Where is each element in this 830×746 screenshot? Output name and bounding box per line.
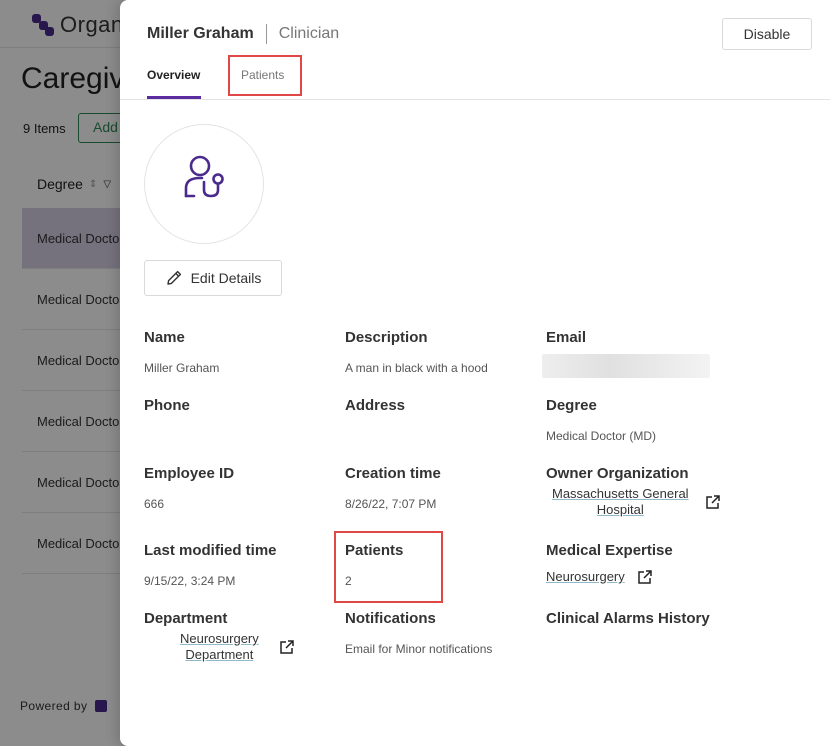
field-label: Employee ID bbox=[144, 465, 235, 482]
field-label: Description bbox=[345, 329, 428, 346]
field-value: A man in black with a hood bbox=[345, 361, 488, 375]
field-label: Email bbox=[546, 329, 587, 346]
external-link-icon[interactable] bbox=[279, 639, 295, 655]
edit-details-label: Edit Details bbox=[190, 270, 262, 286]
field-label: Notifications bbox=[345, 610, 436, 627]
field-name: Name Miller Graham bbox=[144, 329, 334, 376]
field-phone: Phone bbox=[144, 397, 334, 414]
field-value: 9/15/22, 3:24 PM bbox=[144, 574, 236, 588]
field-value: 666 bbox=[144, 497, 165, 511]
tab-overview[interactable]: Overview bbox=[147, 68, 200, 82]
field-value: 8/26/22, 7:07 PM bbox=[345, 497, 437, 511]
department-link[interactable]: Neurosurgery Department bbox=[180, 631, 259, 663]
field-label: Clinical Alarms History bbox=[546, 610, 710, 627]
field-label: Address bbox=[345, 397, 406, 414]
field-label: Owner Organization bbox=[546, 465, 689, 482]
field-clinical-alarms: Clinical Alarms History bbox=[546, 610, 776, 627]
field-email: Email bbox=[542, 329, 736, 378]
link-line: Massachusetts General bbox=[552, 486, 689, 501]
field-value: Medical Doctor (MD) bbox=[546, 429, 657, 443]
medical-expertise-link[interactable]: Neurosurgery bbox=[546, 569, 625, 585]
clinician-role: Clinician bbox=[278, 25, 340, 42]
field-creation-time: Creation time 8/26/22, 7:07 PM bbox=[345, 465, 535, 512]
drawer-header: Miller Graham Clinician bbox=[147, 24, 339, 44]
header-divider bbox=[265, 24, 267, 44]
field-value: Email for Minor notifications bbox=[345, 642, 493, 656]
external-link-icon[interactable] bbox=[705, 494, 721, 510]
external-link-icon[interactable] bbox=[637, 569, 653, 585]
field-label: Name bbox=[144, 329, 185, 346]
field-label: Medical Expertise bbox=[546, 542, 673, 559]
highlight-box-patients-field bbox=[334, 531, 443, 603]
clinician-drawer: Miller Graham Clinician Disable Overview… bbox=[120, 0, 830, 746]
drawer-tabs: Overview Patients bbox=[120, 60, 830, 100]
field-description: Description A man in black with a hood bbox=[345, 329, 535, 376]
owner-organization-link[interactable]: Massachusetts General Hospital bbox=[552, 486, 689, 518]
pencil-icon bbox=[166, 270, 181, 285]
highlight-box-patients-tab bbox=[228, 55, 302, 96]
field-notifications: Notifications Email for Minor notificati… bbox=[345, 610, 535, 657]
field-label: Department bbox=[144, 610, 228, 627]
link-line: Hospital bbox=[596, 502, 644, 517]
link-line: Neurosurgery bbox=[180, 631, 259, 646]
field-owner-organization: Owner Organization Massachusetts General… bbox=[546, 465, 746, 518]
clinician-icon bbox=[184, 155, 224, 198]
field-degree: Degree Medical Doctor (MD) bbox=[546, 397, 736, 444]
field-label: Creation time bbox=[345, 465, 441, 482]
clinician-name: Miller Graham bbox=[147, 25, 254, 42]
field-medical-expertise: Medical Expertise Neurosurgery bbox=[546, 542, 736, 585]
link-line: Department bbox=[185, 647, 254, 662]
edit-details-button[interactable]: Edit Details bbox=[144, 260, 282, 296]
field-value: Miller Graham bbox=[144, 361, 220, 375]
field-employee-id: Employee ID 666 bbox=[144, 465, 334, 512]
field-department: Department Neurosurgery Department bbox=[144, 610, 334, 663]
redacted-email bbox=[542, 354, 710, 378]
field-label: Phone bbox=[144, 397, 190, 414]
field-address: Address bbox=[345, 397, 535, 414]
field-last-modified: Last modified time 9/15/22, 3:24 PM bbox=[144, 542, 334, 589]
disable-button[interactable]: Disable bbox=[722, 18, 812, 50]
active-tab-indicator bbox=[147, 96, 201, 99]
field-label: Last modified time bbox=[144, 542, 277, 559]
field-label: Degree bbox=[546, 397, 597, 414]
avatar bbox=[144, 124, 264, 244]
